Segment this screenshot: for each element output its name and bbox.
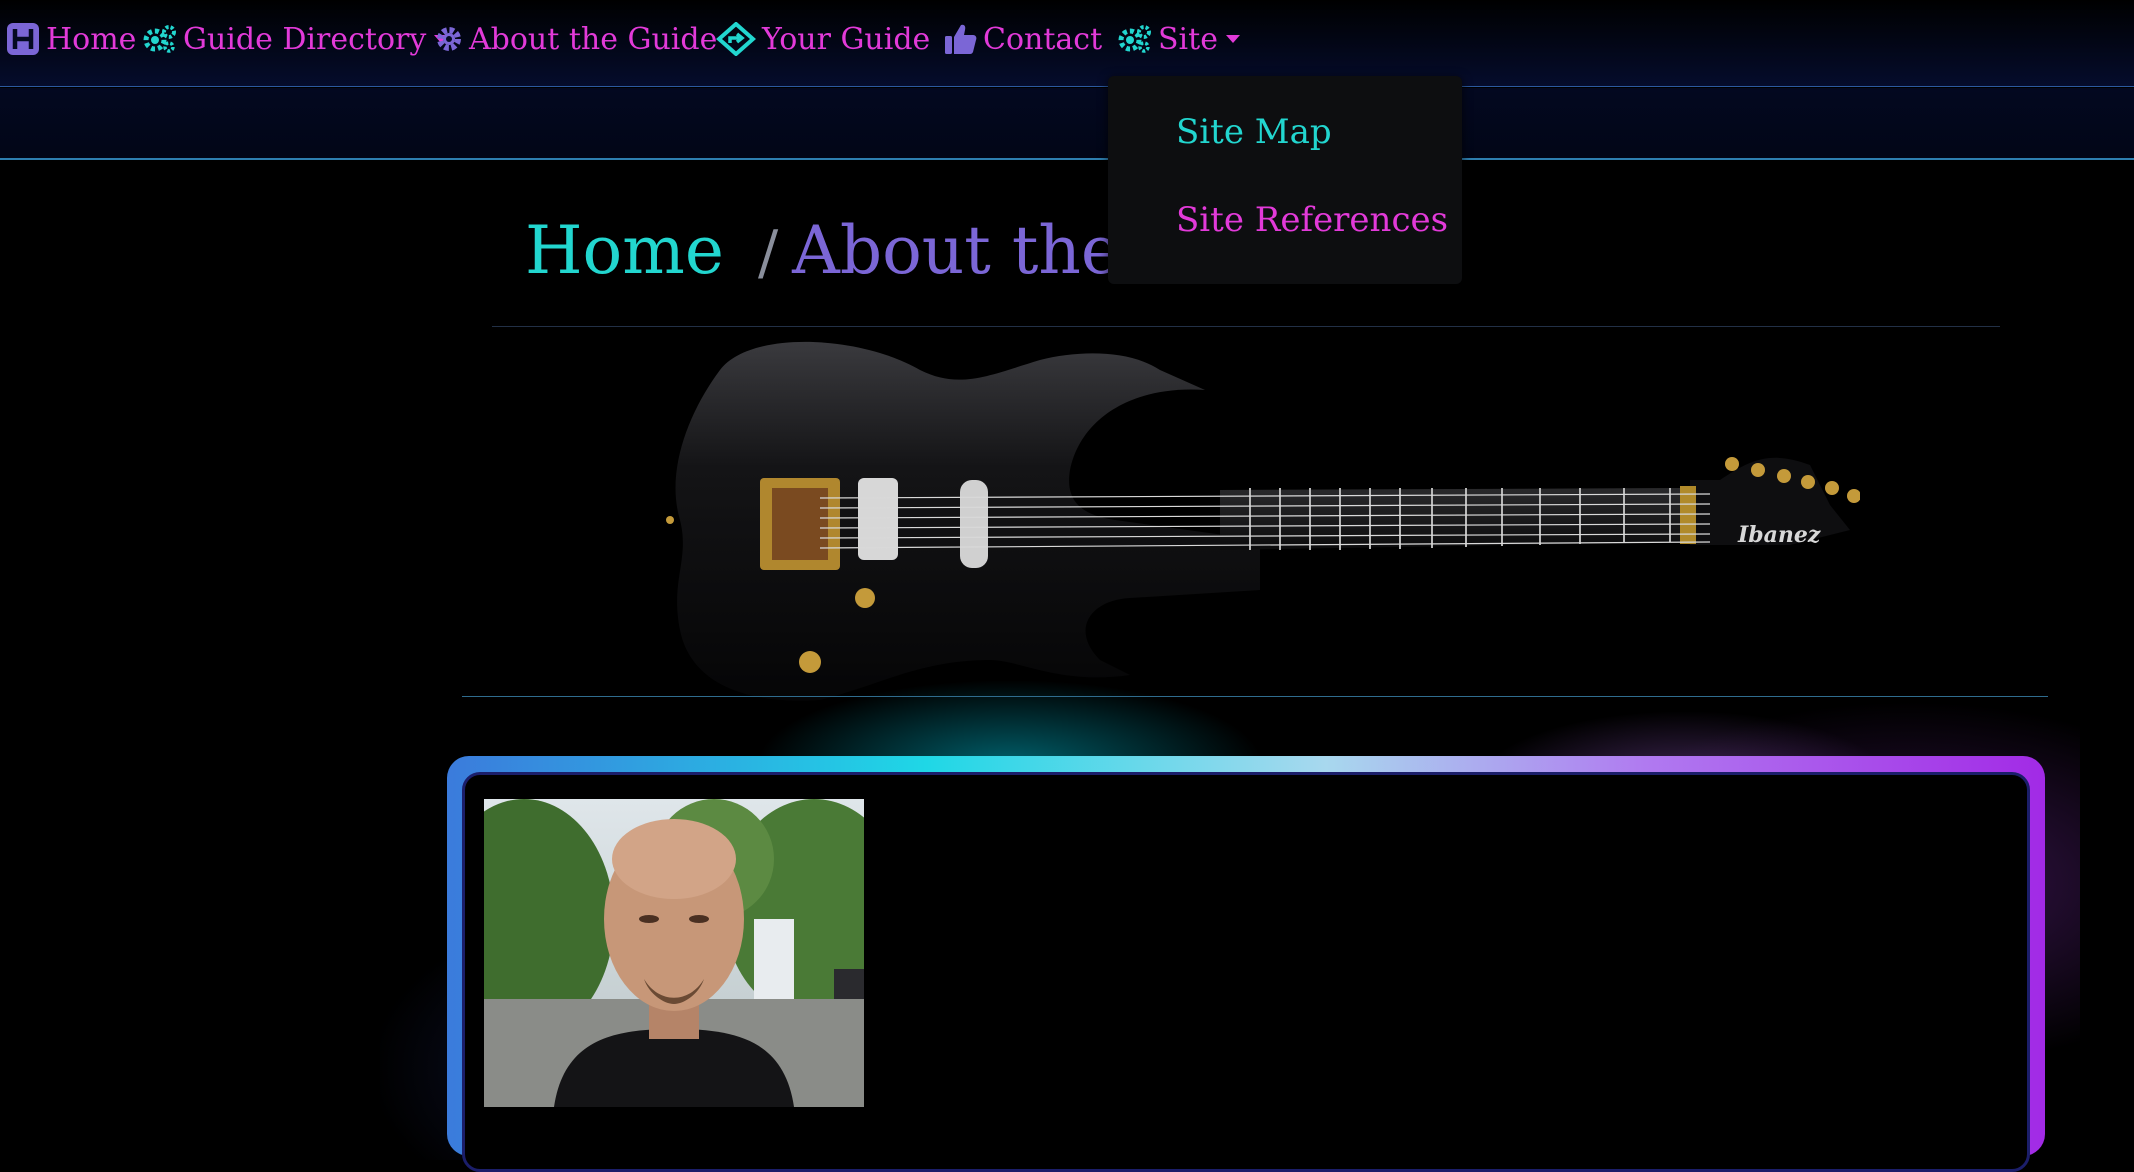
nav-about-the-guide[interactable]: About the Guide <box>435 17 717 61</box>
breadcrumb: Home / About the A <box>525 212 1189 289</box>
nav-home[interactable]: Home <box>6 17 136 61</box>
nav-contact-label: Contact <box>983 21 1103 57</box>
nav-home-label: Home <box>46 21 137 57</box>
site-dropdown-menu: Site Map Site References <box>1108 76 1462 284</box>
breadcrumb-home-link[interactable]: Home <box>525 212 724 289</box>
guitar-brand-logo: Ibanez <box>1737 522 1821 548</box>
guitar-hero-image: Ibanez <box>666 341 1860 701</box>
thumbs-up-icon <box>943 22 977 56</box>
top-navbar: Home Guide Directory About the Guide You… <box>0 0 2134 87</box>
nav-guide-directory-label: Guide Directory <box>183 21 427 57</box>
secondary-bar <box>0 88 2134 160</box>
dropdown-item-site-references[interactable]: Site References <box>1176 200 1448 240</box>
gears-icon <box>1118 24 1152 54</box>
dropdown-item-site-map[interactable]: Site Map <box>1176 112 1332 152</box>
nav-guide-directory[interactable]: Guide Directory <box>143 17 449 61</box>
nav-contact[interactable]: Contact <box>943 17 1102 61</box>
home-h-icon <box>6 22 40 56</box>
divider <box>492 326 2000 327</box>
author-photo <box>484 799 864 1107</box>
nav-your-guide-label: Your Guide <box>762 21 931 57</box>
chevron-down-icon <box>1225 35 1240 43</box>
nav-site-label: Site <box>1158 21 1218 57</box>
nav-your-guide[interactable]: Your Guide <box>716 17 930 61</box>
breadcrumb-separator: / <box>757 218 779 288</box>
nav-site[interactable]: Site <box>1118 17 1240 61</box>
divider <box>462 696 2048 697</box>
diamond-directions-icon <box>716 22 756 56</box>
nav-about-the-guide-label: About the Guide <box>469 21 718 57</box>
gear-icon <box>435 25 463 53</box>
gears-icon <box>143 24 177 54</box>
